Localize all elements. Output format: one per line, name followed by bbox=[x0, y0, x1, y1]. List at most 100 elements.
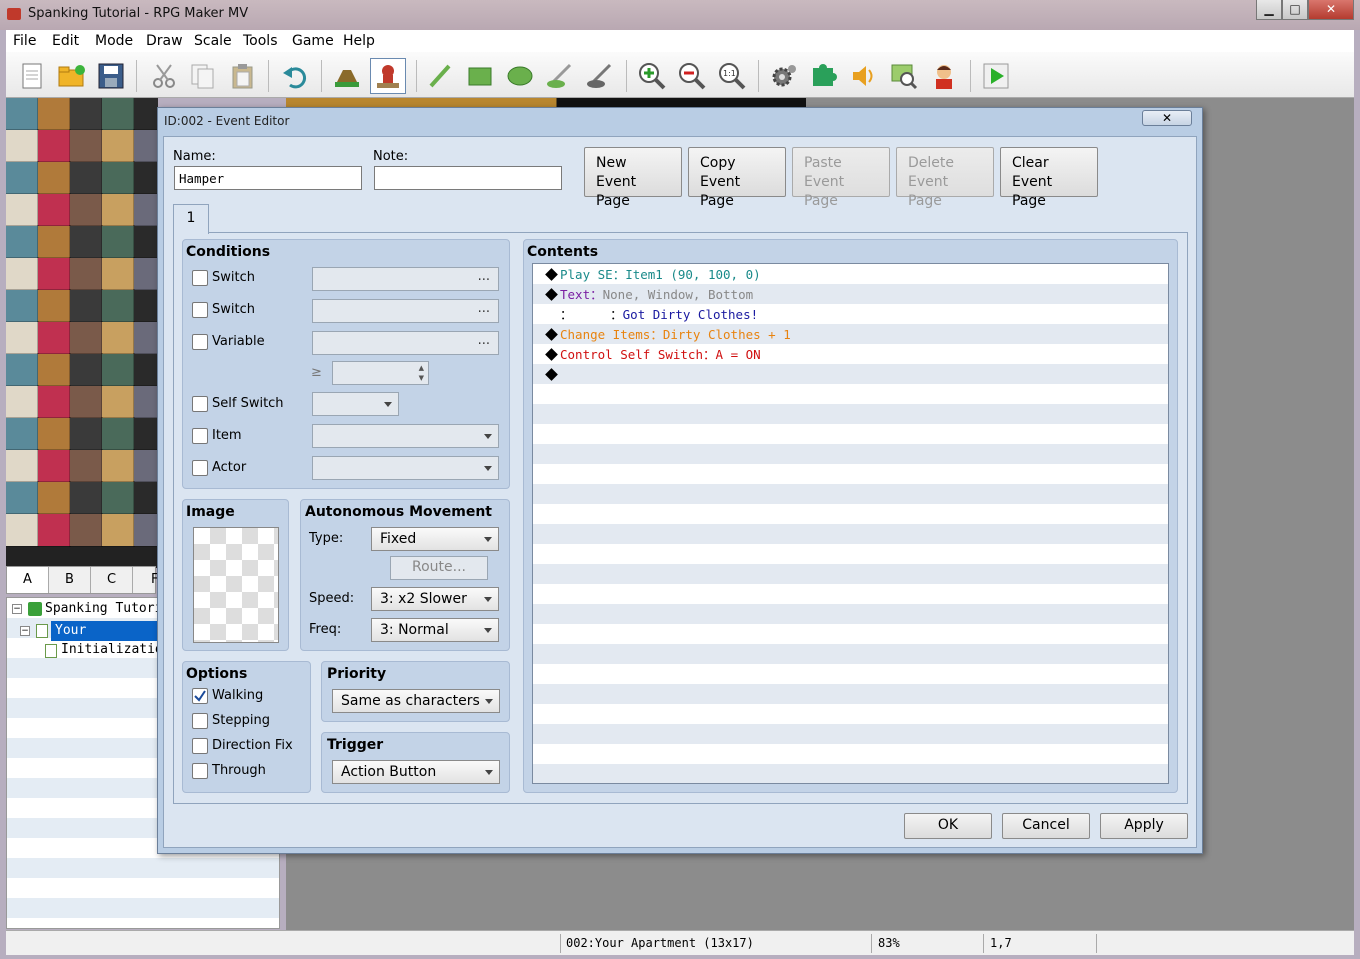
image-preview[interactable] bbox=[193, 527, 279, 643]
tile-swatch[interactable] bbox=[133, 289, 158, 323]
tile-swatch[interactable] bbox=[133, 481, 158, 515]
tab-page-1[interactable]: 1 bbox=[173, 204, 209, 234]
route-button[interactable]: Route... bbox=[390, 556, 488, 580]
menu-draw[interactable]: Draw bbox=[146, 33, 183, 49]
tile-swatch[interactable] bbox=[37, 129, 71, 163]
variable-value-spinner[interactable]: ▲ ▼ bbox=[332, 361, 429, 385]
event-icon[interactable] bbox=[370, 58, 406, 94]
tile-swatch[interactable] bbox=[133, 321, 158, 355]
pencil-icon[interactable] bbox=[424, 60, 456, 92]
tile-swatch[interactable] bbox=[6, 385, 39, 419]
tile-swatch[interactable] bbox=[133, 257, 158, 291]
name-field[interactable]: Hamper bbox=[174, 166, 362, 190]
tile-swatch[interactable] bbox=[101, 481, 135, 515]
map-icon[interactable] bbox=[331, 60, 363, 92]
walking-checkbox[interactable] bbox=[192, 688, 208, 704]
menu-game[interactable]: Game bbox=[292, 33, 334, 49]
tab-a[interactable]: A bbox=[7, 567, 49, 593]
tile-swatch[interactable] bbox=[6, 513, 39, 547]
tile-swatch[interactable] bbox=[69, 513, 103, 547]
tile-swatch[interactable] bbox=[133, 98, 158, 131]
tile-swatch[interactable] bbox=[101, 449, 135, 483]
tile-swatch[interactable] bbox=[133, 193, 158, 227]
through-checkbox[interactable] bbox=[192, 763, 208, 779]
tile-swatch[interactable] bbox=[69, 321, 103, 355]
tile-swatch[interactable] bbox=[6, 225, 39, 259]
tile-swatch[interactable] bbox=[6, 98, 39, 131]
paste-icon[interactable] bbox=[227, 60, 259, 92]
tile-swatch[interactable] bbox=[101, 417, 135, 451]
tile-swatch[interactable] bbox=[37, 193, 71, 227]
tile-swatch[interactable] bbox=[37, 98, 71, 131]
tile-swatch[interactable] bbox=[37, 353, 71, 387]
tree-item-map[interactable]: − Your Apartment bbox=[7, 621, 157, 658]
item-checkbox[interactable] bbox=[192, 428, 208, 444]
tile-swatch[interactable] bbox=[101, 353, 135, 387]
zoom-in-icon[interactable] bbox=[636, 60, 668, 92]
scissors-icon[interactable] bbox=[148, 60, 180, 92]
tile-swatch[interactable] bbox=[37, 321, 71, 355]
tile-swatch[interactable] bbox=[101, 161, 135, 195]
switch2-checkbox[interactable] bbox=[192, 302, 208, 318]
tile-swatch[interactable] bbox=[133, 353, 158, 387]
tile-swatch[interactable] bbox=[69, 129, 103, 163]
new-document-icon[interactable] bbox=[16, 60, 48, 92]
tile-swatch[interactable] bbox=[101, 98, 135, 131]
ellipse-icon[interactable] bbox=[504, 60, 536, 92]
tile-swatch[interactable] bbox=[6, 193, 39, 227]
search-icon[interactable] bbox=[888, 60, 920, 92]
actor-checkbox[interactable] bbox=[192, 460, 208, 476]
apply-button[interactable]: Apply bbox=[1100, 813, 1188, 839]
tile-swatch[interactable] bbox=[37, 289, 71, 323]
priority-select[interactable]: Same as characters bbox=[332, 689, 500, 713]
tile-swatch[interactable] bbox=[37, 161, 71, 195]
tile-swatch[interactable] bbox=[101, 225, 135, 259]
tile-swatch[interactable] bbox=[101, 513, 135, 547]
speed-select[interactable]: 3: x2 Slower bbox=[371, 587, 499, 611]
tile-swatch[interactable] bbox=[6, 417, 39, 451]
tile-swatch[interactable] bbox=[6, 353, 39, 387]
tile-swatch[interactable] bbox=[69, 289, 103, 323]
variable-selector[interactable]: ... bbox=[312, 331, 499, 355]
tile-swatch[interactable] bbox=[6, 257, 39, 291]
event-command-line[interactable]: ： ：Got Dirty Clothes! bbox=[545, 305, 758, 325]
menu-tools[interactable]: Tools bbox=[243, 33, 278, 49]
tile-swatch[interactable] bbox=[133, 161, 158, 195]
speaker-icon[interactable] bbox=[848, 60, 880, 92]
delete-event-page-button[interactable]: Delete Event Page bbox=[896, 147, 994, 209]
event-command-line[interactable] bbox=[545, 365, 560, 385]
menu-edit[interactable]: Edit bbox=[52, 33, 79, 49]
undo-icon[interactable] bbox=[279, 60, 311, 92]
direction-fix-checkbox[interactable] bbox=[192, 738, 208, 754]
copy-icon[interactable] bbox=[187, 60, 219, 92]
minimize-button[interactable]: ▁ bbox=[1256, 0, 1282, 20]
tile-swatch[interactable] bbox=[133, 385, 158, 419]
tile-swatch[interactable] bbox=[101, 385, 135, 419]
tile-swatch[interactable] bbox=[69, 193, 103, 227]
tile-swatch[interactable] bbox=[6, 129, 39, 163]
maximize-button[interactable]: □ bbox=[1282, 0, 1308, 20]
tile-swatch[interactable] bbox=[69, 161, 103, 195]
tile-swatch[interactable] bbox=[37, 449, 71, 483]
tile-swatch[interactable] bbox=[37, 513, 71, 547]
tile-swatch[interactable] bbox=[101, 257, 135, 291]
clear-event-page-button[interactable]: Clear Event Page bbox=[1000, 147, 1098, 209]
event-command-list[interactable]: Play SE：Item1 (90, 100, 0) Text：None, Win… bbox=[532, 263, 1169, 784]
character-icon[interactable] bbox=[928, 60, 960, 92]
variable-checkbox[interactable] bbox=[192, 334, 208, 350]
tab-c[interactable]: C bbox=[91, 567, 133, 593]
rectangle-icon[interactable] bbox=[464, 60, 496, 92]
paste-event-page-button[interactable]: Paste Event Page bbox=[792, 147, 890, 209]
menu-file[interactable]: File bbox=[13, 33, 36, 49]
tile-swatch[interactable] bbox=[37, 257, 71, 291]
tile-swatch[interactable] bbox=[6, 449, 39, 483]
puzzle-icon[interactable] bbox=[808, 60, 840, 92]
self-switch-select[interactable] bbox=[312, 392, 399, 416]
play-icon[interactable] bbox=[980, 60, 1012, 92]
event-command-line[interactable]: Play SE：Item1 (90, 100, 0) bbox=[545, 265, 761, 285]
zoom-out-icon[interactable] bbox=[676, 60, 708, 92]
tile-swatch[interactable] bbox=[69, 225, 103, 259]
tile-swatch[interactable] bbox=[101, 289, 135, 323]
item-select[interactable] bbox=[312, 424, 499, 448]
open-folder-icon[interactable] bbox=[56, 60, 88, 92]
